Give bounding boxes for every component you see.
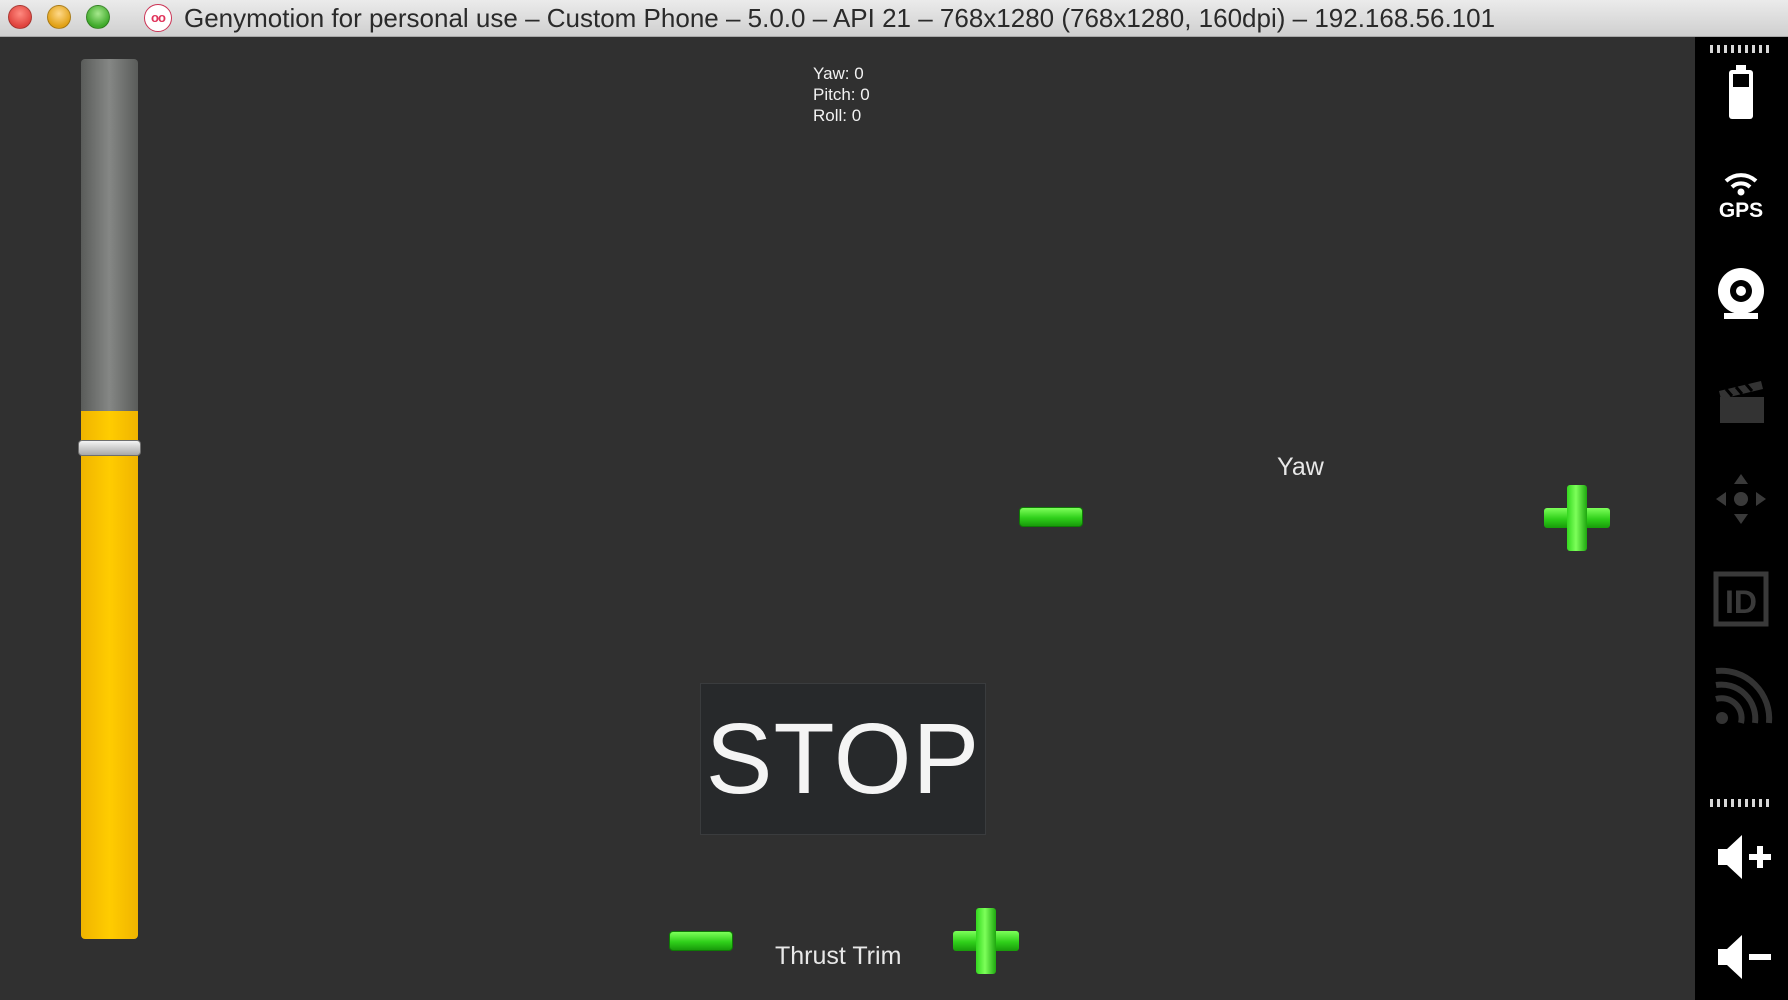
network-button[interactable]: [1706, 663, 1776, 733]
webcam-icon: [1718, 268, 1764, 319]
battery-icon: [1729, 65, 1753, 119]
thrust-trim-label: Thrust Trim: [775, 942, 902, 970]
volume-up-button[interactable]: [1706, 822, 1776, 892]
emulator-screen: Yaw: 0 Pitch: 0 Roll: 0 Yaw STOP Thrust …: [0, 37, 1695, 1000]
throttle-slider-empty: [81, 59, 138, 411]
pitch-readout: Pitch: 0: [813, 85, 870, 104]
throttle-slider[interactable]: [81, 59, 138, 939]
window-zoom-button[interactable]: [86, 5, 110, 29]
id-label: ID: [1725, 584, 1757, 620]
telemetry-readout: Yaw: 0 Pitch: 0 Roll: 0: [813, 63, 870, 126]
screen-capture-button[interactable]: [1706, 363, 1776, 433]
window-minimize-button[interactable]: [47, 5, 71, 29]
gps-label: GPS: [1719, 199, 1763, 222]
window-title: Genymotion for personal use – Custom Pho…: [184, 3, 1496, 33]
plus-icon-vertical: [976, 908, 996, 974]
yaw-readout: Yaw: 0: [813, 64, 864, 83]
device-id-button[interactable]: ID: [1706, 564, 1776, 634]
yaw-label: Yaw: [1277, 453, 1324, 481]
window-title-bar: oo Genymotion for personal use – Custom …: [0, 0, 1788, 37]
throttle-slider-thumb[interactable]: [78, 440, 141, 456]
plus-icon-vertical: [1567, 485, 1587, 551]
genymotion-logo-icon: oo: [144, 4, 172, 32]
emulator-toolbar: GPS ID: [1695, 37, 1788, 1000]
volume-down-icon: [1718, 935, 1771, 979]
volume-down-button[interactable]: [1706, 922, 1776, 992]
toolbar-grip-bottom[interactable]: [1710, 799, 1772, 807]
dpad-icon: [1716, 474, 1766, 524]
clapperboard-icon: [1719, 381, 1764, 423]
yaw-plus-button[interactable]: [1544, 485, 1610, 551]
gps-button[interactable]: GPS: [1706, 157, 1776, 227]
volume-up-icon: [1718, 835, 1771, 879]
stop-button[interactable]: STOP: [700, 683, 986, 835]
battery-button[interactable]: [1706, 59, 1776, 129]
rss-icon: [1715, 667, 1773, 724]
toolbar-grip-top[interactable]: [1710, 45, 1772, 53]
yaw-minus-button[interactable]: [1019, 507, 1083, 527]
roll-readout: Roll: 0: [813, 106, 862, 125]
id-icon: ID: [1713, 571, 1769, 627]
throttle-slider-fill: [81, 411, 138, 939]
gps-icon: GPS: [1719, 173, 1763, 222]
thrust-trim-minus-button[interactable]: [669, 931, 733, 951]
thrust-trim-plus-button[interactable]: [953, 908, 1019, 974]
webcam-button[interactable]: [1706, 259, 1776, 329]
remote-control-button[interactable]: [1706, 464, 1776, 534]
window-close-button[interactable]: [8, 5, 32, 29]
